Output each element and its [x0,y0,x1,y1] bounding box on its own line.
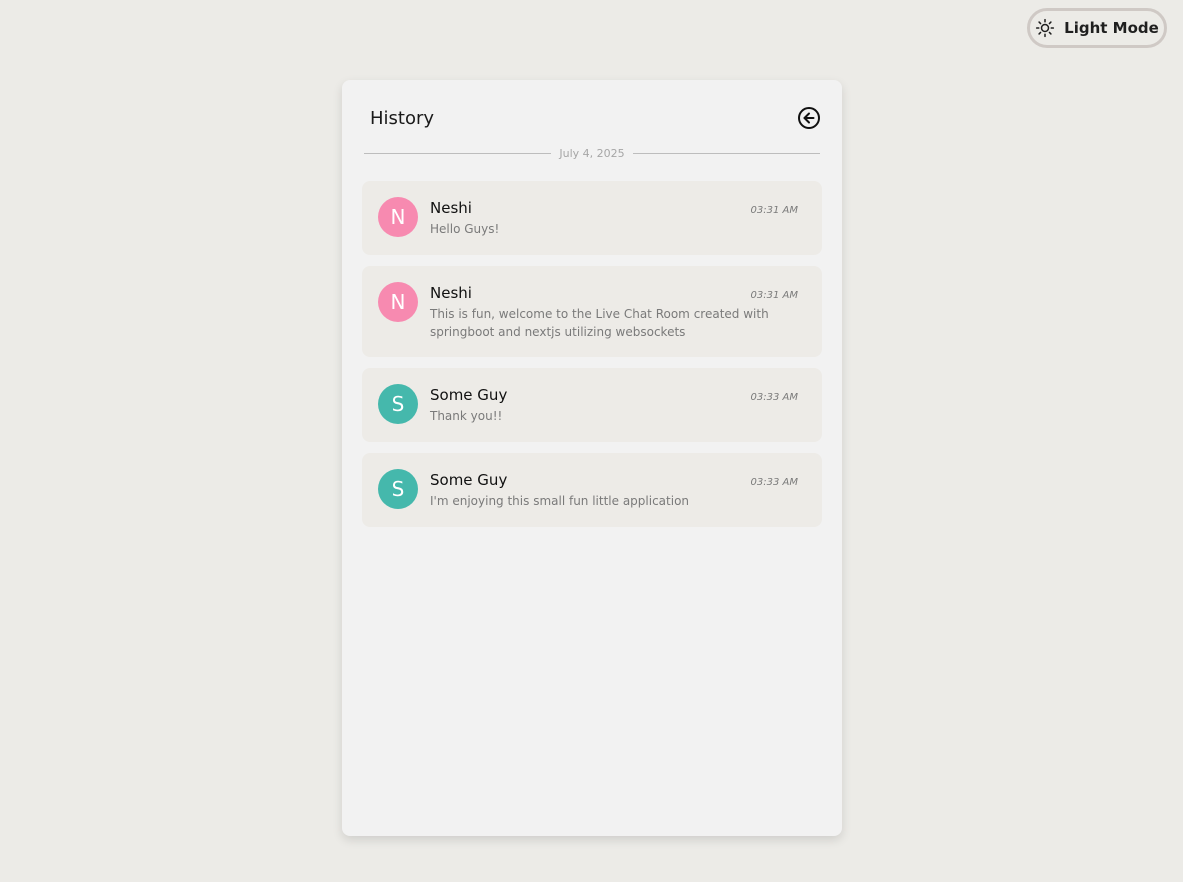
sender-name: Some Guy [430,386,508,404]
avatar: N [378,282,418,322]
message-text: I'm enjoying this small fun little appli… [430,494,690,508]
message-text: Hello Guys! [430,222,500,236]
message-meta: Neshi 03:31 AM [430,197,798,219]
message-item[interactable]: N Neshi 03:31 AM This is fun, welcome to… [362,266,822,357]
back-button[interactable] [796,105,822,131]
sender-name: Neshi [430,284,472,302]
message-item[interactable]: S Some Guy 03:33 AM I'm enjoying this sm… [362,453,822,527]
message-time: 03:31 AM [750,205,798,216]
message-body: Some Guy 03:33 AM Thank you!! [430,384,798,425]
message-item[interactable]: N Neshi 03:31 AM Hello Guys! [362,181,822,255]
message-item[interactable]: S Some Guy 03:33 AM Thank you!! [362,368,822,442]
avatar: S [378,384,418,424]
sun-icon [1035,18,1055,38]
date-label: July 4, 2025 [559,146,625,160]
message-meta: Neshi 03:31 AM [430,282,798,304]
message-meta: Some Guy 03:33 AM [430,384,798,406]
light-mode-label: Light Mode [1064,19,1159,37]
message-time: 03:31 AM [750,290,798,301]
divider-line-right [632,152,821,154]
message-time: 03:33 AM [750,392,798,403]
message-text: Thank you!! [430,409,503,423]
message-text: This is fun, welcome to the Live Chat Ro… [430,307,769,339]
message-list: N Neshi 03:31 AM Hello Guys! N Neshi 03:… [362,181,822,527]
message-time: 03:33 AM [750,477,798,488]
sender-name: Neshi [430,199,472,217]
history-panel: History July 4, 2025 N Neshi 03:31 AM He… [342,80,842,836]
message-body: Some Guy 03:33 AM I'm enjoying this smal… [430,469,798,510]
message-meta: Some Guy 03:33 AM [430,469,798,491]
history-title: History [370,107,435,129]
message-body: Neshi 03:31 AM This is fun, welcome to t… [430,282,798,341]
divider-line-left [364,152,552,154]
light-mode-toggle[interactable]: Light Mode [1027,8,1167,48]
sender-name: Some Guy [430,471,508,489]
date-divider: July 4, 2025 [364,144,821,162]
avatar: N [378,197,418,237]
message-body: Neshi 03:31 AM Hello Guys! [430,197,798,238]
arrow-left-circle-icon [798,107,820,129]
avatar: S [378,469,418,509]
history-header: History [370,104,822,132]
